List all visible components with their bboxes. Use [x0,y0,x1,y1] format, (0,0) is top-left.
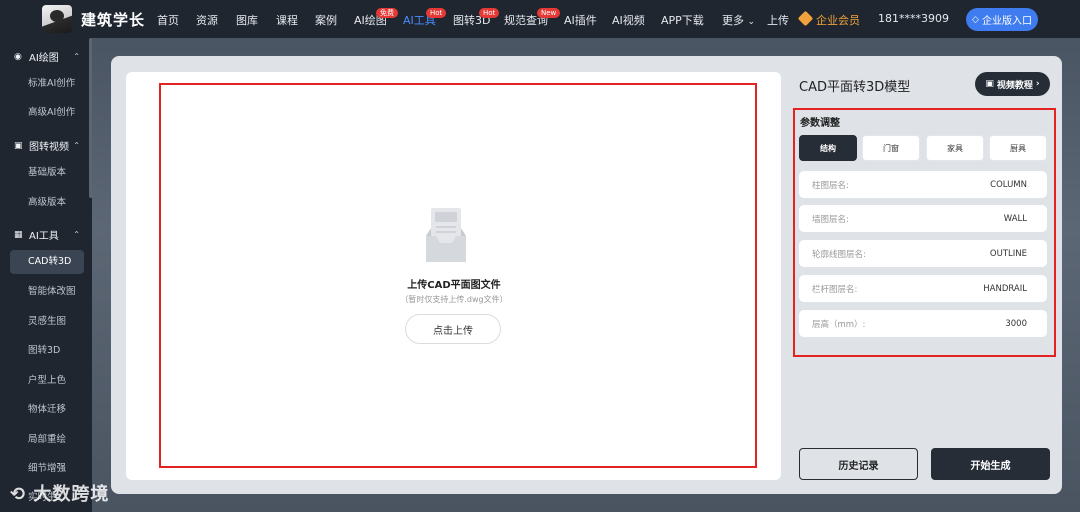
sidebar-group-label: AI工具 [29,231,59,242]
top-navigation-bar: 建筑学长 首页 资源 图库 课程 案例 AI绘图 免费 AI工具 Hot 图转3… [0,0,1080,38]
field-label: 栏杆图层名: [812,284,858,295]
enterprise-entry-button[interactable]: ◇ 企业版入口 [966,8,1038,31]
field-value: OUTLINE [989,248,1027,259]
watermark-logo-icon: ⟲ [10,484,27,505]
sidebar-item-inspiration[interactable]: 灵感生图 [10,310,84,334]
nav-item-resources[interactable]: 资源 [196,12,218,28]
field-value: HANDRAIL [983,283,1027,294]
field-value: WALL [1003,213,1027,224]
wall-layer-field[interactable]: 墙图层名: WALL [799,205,1047,232]
field-label: 层高（mm）: [812,319,866,330]
sidebar-item-image-to-3d[interactable]: 图转3D [10,339,84,363]
video-icon: ▣ [14,140,23,151]
field-label: 柱图层名: [812,180,849,191]
brand-name[interactable]: 建筑学长 [81,9,145,30]
tab-furniture[interactable]: 家具 [926,135,984,161]
sidebar-item-floorplan-color[interactable]: 户型上色 [10,369,84,393]
file-tray-icon [426,208,466,262]
sidebar-group-label: AI绘图 [29,53,59,64]
handrail-layer-field[interactable]: 栏杆图层名: HANDRAIL [799,275,1047,302]
sidebar-group-image-to-video[interactable]: ▣ 图转视频 ⌃ [14,138,80,154]
brand-logo-avatar[interactable] [42,5,72,33]
nav-item-app-download[interactable]: APP下载 [661,12,704,28]
hot-badge: Hot [426,8,447,18]
click-upload-button[interactable]: 点击上传 [405,314,501,344]
sidebar-item-advanced-ai[interactable]: 高级AI创作 [10,101,84,125]
field-value: 3000 [1005,318,1027,329]
tab-doors-windows[interactable]: 门窗 [862,135,920,161]
hot-badge: Hot [479,8,500,18]
nav-item-courses[interactable]: 课程 [276,12,298,28]
enterprise-vip-label[interactable]: 企业会员 [816,12,860,28]
chevron-down-icon: ⌄ [747,17,756,27]
sidebar-item-inpaint[interactable]: 局部重绘 [10,428,84,452]
user-phone[interactable]: 181****3909 [878,12,949,25]
nav-item-more[interactable]: 更多 ⌄ [722,12,755,28]
params-section-label: 参数调整 [800,118,840,129]
start-generate-button[interactable]: 开始生成 [931,448,1050,480]
nav-more-label: 更多 [722,14,744,27]
sidebar-group-ai-drawing[interactable]: ◉ AI绘图 ⌃ [14,49,80,65]
sidebar-group-label: 图转视频 [29,142,69,153]
nav-item-ai-video[interactable]: AI视频 [612,12,645,28]
chevron-up-icon: ⌃ [73,230,80,239]
field-value: COLUMN [990,179,1027,190]
upload-title: 上传CAD平面图文件 [407,280,501,291]
free-badge: 免费 [376,8,398,18]
sidebar-item-detail-enhance[interactable]: 细节增强 [10,457,84,481]
sidebar-item-object-transfer[interactable]: 物体迁移 [10,398,84,422]
watermark: ⟲ 大数跨境 [10,480,109,506]
sidebar-item-advanced-version[interactable]: 高级版本 [10,191,84,215]
nav-item-upload[interactable]: 上传 [767,12,789,28]
tab-structure[interactable]: 结构 [799,135,857,161]
nav-item-ai-plugins[interactable]: AI插件 [564,12,597,28]
palette-icon: ◉ [14,51,22,62]
vip-diamond-icon [797,10,814,27]
sidebar-group-ai-tools[interactable]: ▦ AI工具 ⌃ [14,227,80,243]
field-label: 墙图层名: [812,214,849,225]
toolbox-icon: ▦ [14,229,23,240]
gem-icon: ◇ [972,14,979,25]
sidebar-item-agent-edit[interactable]: 智能体改图 [10,280,84,304]
video-icon: ▣ [985,79,994,89]
chevron-up-icon: ⌃ [73,141,80,150]
new-badge: New [537,8,561,18]
chevron-up-icon: ⌃ [73,52,80,61]
chevron-right-icon: › [1035,79,1040,89]
video-tutorial-button[interactable]: ▣ 视频教程 › [975,72,1050,96]
video-tutorial-label: 视频教程 [996,80,1033,91]
page-title: CAD平面转3D模型 [799,80,911,95]
upload-hint: （暂时仅支持上传.dwg文件） [400,295,508,304]
sidebar-item-standard-ai[interactable]: 标准AI创作 [10,72,84,96]
column-layer-field[interactable]: 柱图层名: COLUMN [799,171,1047,198]
nav-item-home[interactable]: 首页 [157,12,179,28]
sidebar-item-basic-version[interactable]: 基础版本 [10,161,84,185]
tab-kitchenware[interactable]: 厨具 [989,135,1047,161]
outline-layer-field[interactable]: 轮廓线图层名: OUTLINE [799,240,1047,267]
sidebar-item-cad-to-3d[interactable]: CAD转3D [10,250,84,274]
nav-item-cases[interactable]: 案例 [315,12,337,28]
nav-item-gallery[interactable]: 图库 [236,12,258,28]
enterprise-entry-label: 企业版入口 [981,16,1032,27]
watermark-text: 大数跨境 [33,484,110,505]
floor-height-field[interactable]: 层高（mm）: 3000 [799,310,1047,337]
history-button[interactable]: 历史记录 [799,448,918,480]
field-label: 轮廓线图层名: [812,249,866,260]
